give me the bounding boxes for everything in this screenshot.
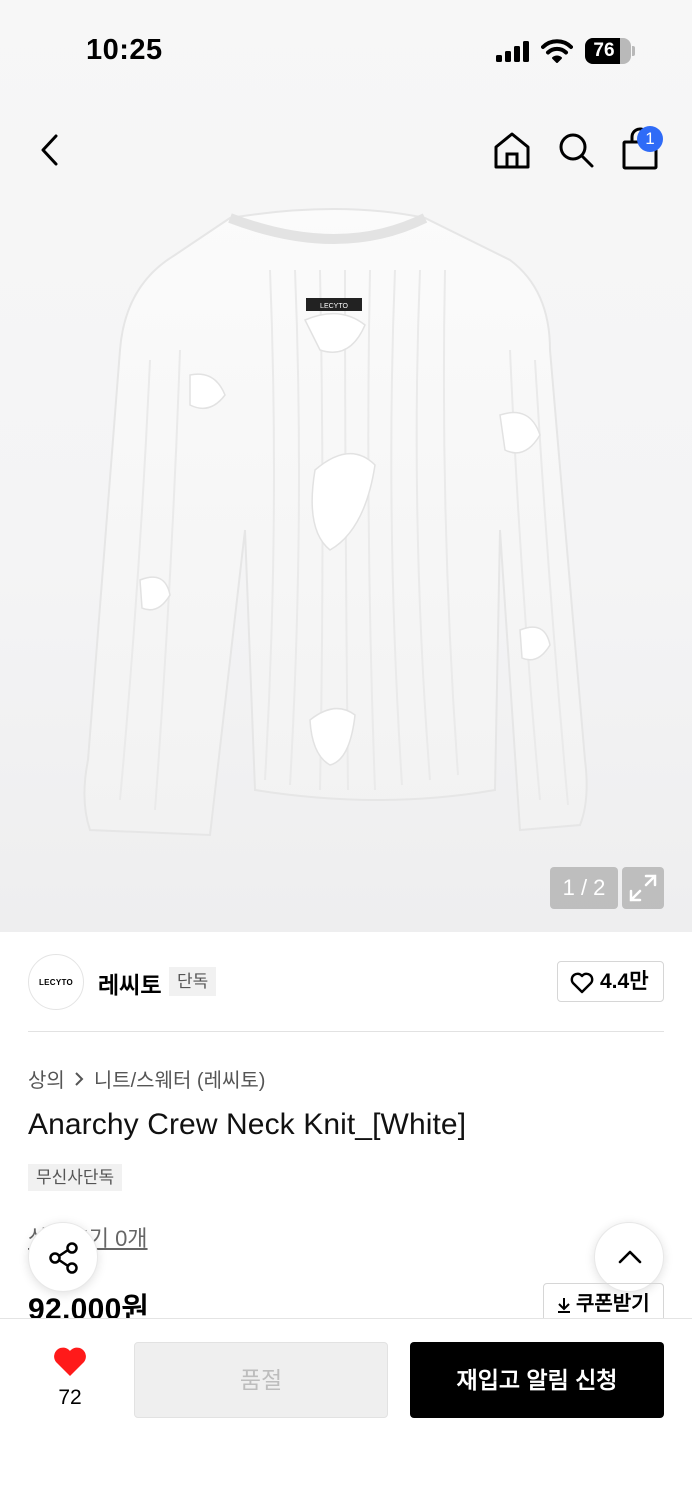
brand-like-count: 4.4만 bbox=[600, 970, 649, 993]
status-time: 10:25 bbox=[86, 34, 163, 66]
restock-alert-button[interactable]: 재입고 알림 신청 bbox=[410, 1342, 664, 1418]
expand-icon[interactable] bbox=[622, 867, 664, 909]
brand-logo[interactable]: LECYTO bbox=[28, 954, 84, 1010]
image-counter: 1 / 2 bbox=[550, 867, 618, 909]
product-image-sweater: LECYTO bbox=[83, 208, 588, 837]
battery-cap bbox=[632, 46, 635, 56]
share-icon bbox=[49, 1242, 78, 1274]
breadcrumb-item-subcategory[interactable]: 니트/스웨터 (레씨토) bbox=[94, 1064, 266, 1093]
breadcrumb: 상의 니트/스웨터 (레씨토) bbox=[28, 1064, 265, 1093]
heart-filled-icon[interactable] bbox=[52, 1346, 88, 1378]
heart-outline-icon bbox=[570, 972, 594, 994]
product-title: Anarchy Crew Neck Knit_[White] bbox=[28, 1108, 467, 1141]
back-arrow-icon[interactable] bbox=[34, 130, 68, 170]
soldout-button[interactable]: 품절 bbox=[134, 1342, 388, 1418]
chevron-right-icon bbox=[75, 1071, 84, 1086]
brand-name[interactable]: 레씨토 bbox=[98, 966, 161, 1000]
brand-exclusive-tag: 단독 bbox=[169, 967, 217, 996]
divider bbox=[28, 1031, 664, 1032]
coupon-label: 쿠폰받기 bbox=[576, 1293, 650, 1315]
home-icon[interactable] bbox=[492, 130, 532, 170]
share-button[interactable] bbox=[28, 1222, 98, 1292]
cellular-signal-icon bbox=[496, 40, 532, 62]
cart-count-badge: 1 bbox=[637, 126, 663, 152]
download-icon bbox=[558, 1298, 570, 1313]
product-image-gallery[interactable]: 10:25 76 1 LECYTO 1 / 2 bbox=[0, 0, 692, 932]
chevron-up-icon bbox=[618, 1250, 642, 1264]
wifi-icon bbox=[541, 39, 573, 63]
scroll-top-button[interactable] bbox=[594, 1222, 664, 1292]
breadcrumb-item-category[interactable]: 상의 bbox=[28, 1064, 65, 1093]
brand-like-button[interactable]: 4.4만 bbox=[557, 961, 664, 1002]
garment-label-text: LECYTO bbox=[320, 303, 348, 310]
wish-count: 72 bbox=[58, 1386, 82, 1409]
exclusive-badge: 무신사단독 bbox=[28, 1164, 123, 1191]
battery-icon: 76 bbox=[585, 38, 631, 64]
battery-level: 76 bbox=[593, 40, 615, 61]
search-icon[interactable] bbox=[556, 130, 596, 170]
